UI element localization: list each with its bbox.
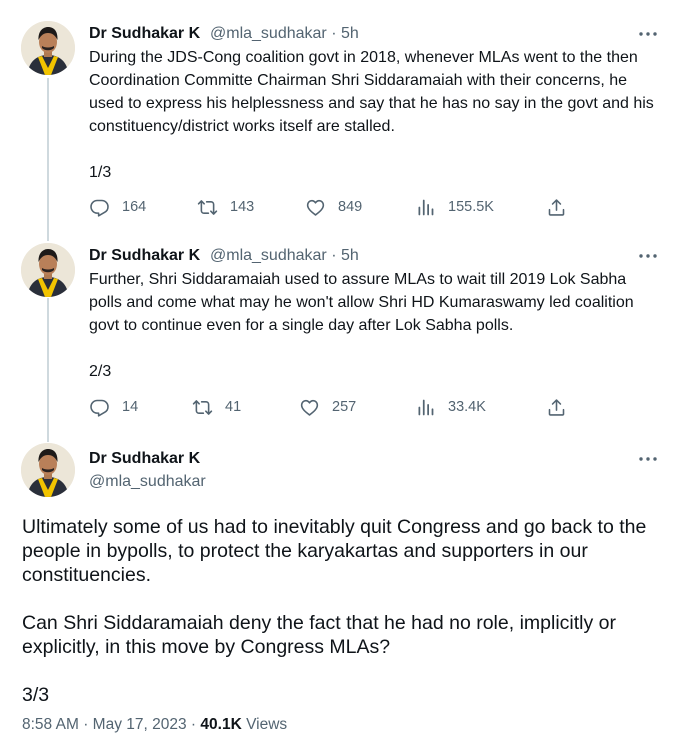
like-count: 849 <box>338 199 363 215</box>
retweet-icon <box>197 199 218 215</box>
retweet-button[interactable]: 41 <box>192 395 241 419</box>
views-button[interactable]: 155.5K <box>415 195 494 219</box>
tweet-actions: 14 41 257 33.4K <box>89 395 589 419</box>
thread-line <box>47 78 49 241</box>
avatar[interactable] <box>21 21 75 75</box>
author-name[interactable]: Dr Sudhakar K <box>89 449 200 469</box>
reply-button[interactable]: 164 <box>89 195 146 219</box>
separator: · <box>331 25 337 42</box>
timestamp[interactable]: 5h <box>341 25 359 42</box>
views-label: Views <box>246 716 288 733</box>
separator: · <box>331 247 337 264</box>
like-button[interactable]: 849 <box>305 195 362 219</box>
avatar[interactable] <box>21 243 75 297</box>
like-count: 257 <box>332 399 357 415</box>
separator: · <box>83 716 89 733</box>
more-icon <box>639 32 657 36</box>
views-count: 155.5K <box>448 199 494 215</box>
timestamp[interactable]: 8:58 AM <box>22 716 79 733</box>
thread-line <box>47 298 49 442</box>
tweet-meta: 8:58 AM · May 17, 2023 · 40.1K Views <box>22 715 287 735</box>
tweet-text: During the JDS-Cong coalition govt in 20… <box>89 49 654 181</box>
tweet-text: Ultimately some of us had to inevitably … <box>22 516 647 706</box>
like-button[interactable]: 257 <box>299 395 356 419</box>
views-icon <box>418 199 434 215</box>
tweet-actions: 164 143 849 155.5K <box>89 195 589 219</box>
retweet-button[interactable]: 143 <box>197 195 254 219</box>
share-icon <box>548 198 565 216</box>
separator: · <box>190 716 197 733</box>
more-button[interactable] <box>636 24 660 44</box>
author-handle[interactable]: @mla_sudhakar <box>210 25 327 42</box>
more-icon <box>639 254 657 258</box>
avatar[interactable] <box>21 443 75 497</box>
heart-icon <box>306 199 325 216</box>
retweet-icon <box>192 399 213 415</box>
reply-button[interactable]: 14 <box>89 395 138 419</box>
retweet-count: 41 <box>225 399 242 415</box>
share-button[interactable] <box>546 195 567 219</box>
reply-count: 164 <box>122 199 147 215</box>
share-icon <box>548 398 565 416</box>
more-button[interactable] <box>636 246 660 266</box>
reply-icon <box>90 399 109 417</box>
views-count: 33.4K <box>448 399 486 415</box>
views-button[interactable]: 33.4K <box>415 395 486 419</box>
heart-icon <box>300 399 319 416</box>
author-handle[interactable]: @mla_sudhakar <box>210 247 327 264</box>
share-button[interactable] <box>546 395 567 419</box>
author-handle-time[interactable]: @mla_sudhakar · 5h <box>210 246 359 266</box>
views-count: 40.1K <box>200 716 242 733</box>
reply-icon <box>90 199 109 217</box>
author-handle-time[interactable]: @mla_sudhakar · 5h <box>210 24 359 44</box>
date[interactable]: May 17, 2023 <box>93 716 187 733</box>
tweet-text: Further, Shri Siddaramaiah used to assur… <box>89 271 634 380</box>
more-icon <box>639 457 657 461</box>
retweet-count: 143 <box>230 199 255 215</box>
author-name[interactable]: Dr Sudhakar K <box>89 246 200 266</box>
views-icon <box>418 399 434 415</box>
author-name[interactable]: Dr Sudhakar K <box>89 24 200 44</box>
more-button[interactable] <box>636 449 660 469</box>
timestamp[interactable]: 5h <box>341 247 359 264</box>
author-handle[interactable]: @mla_sudhakar <box>89 472 206 492</box>
reply-count: 14 <box>122 399 139 415</box>
